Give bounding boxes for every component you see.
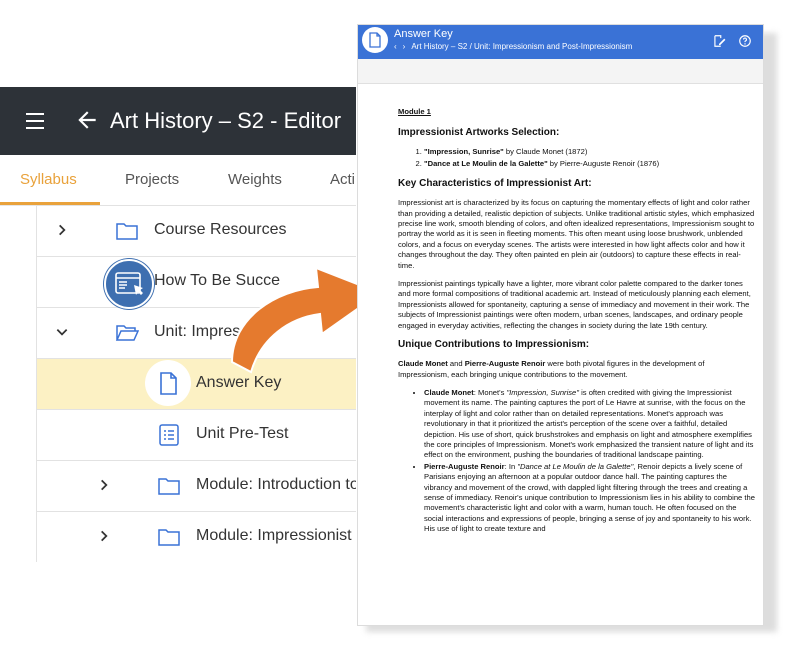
breadcrumb-text: Art History – S2 / Unit: Impressionism a…: [411, 42, 633, 51]
answer-key-document: Answer Key ‹ › Art History – S2 / Unit: Im…: [357, 24, 764, 626]
editor-title: Art History – S2 - Editor: [110, 108, 342, 133]
document-icon: [362, 27, 388, 53]
editor-header: Art History – S2 - Editor: [0, 87, 356, 155]
paragraph: Impressionist art is characterized by it…: [398, 198, 755, 270]
back-arrow-icon[interactable]: [74, 107, 100, 133]
list-item: Pierre-Auguste Renoir: In "Dance at Le M…: [424, 462, 756, 535]
web-page-icon: [104, 259, 154, 309]
row-label: Unit: Impres: [154, 323, 241, 340]
tree-row-unit-pre-test[interactable]: Unit Pre-Test: [36, 409, 356, 460]
folder-icon: [158, 478, 180, 495]
breadcrumb: ‹ › Art History – S2 / Unit: Impressionism…: [394, 42, 638, 51]
prev-icon[interactable]: ‹: [394, 42, 397, 51]
module-label: Module 1: [398, 107, 431, 116]
editor-panel: Art History – S2 - Editor Syllabus Proje…: [0, 87, 356, 567]
artwork-list: "Impression, Sunrise" by Claude Monet (1…: [398, 147, 756, 169]
document-title: Answer Key: [394, 28, 453, 40]
tree-row-module-introduction[interactable]: Module: Introduction to: [36, 460, 356, 511]
tree-row-module-impressionist[interactable]: Module: Impressionist: [36, 511, 356, 562]
paragraph: Impressionist paintings typically have a…: [398, 279, 751, 330]
tab-projects[interactable]: Projects: [125, 171, 179, 188]
checklist-icon: [159, 424, 179, 446]
heading-selection: Impressionist Artworks Selection:: [398, 127, 560, 139]
tab-syllabus[interactable]: Syllabus: [20, 171, 77, 188]
list-item: "Impression, Sunrise" by Claude Monet (1…: [424, 147, 756, 157]
heading-characteristics: Key Characteristics of Impressionist Art…: [398, 178, 592, 190]
menu-icon[interactable]: [24, 109, 48, 133]
tree-row-how-to-be-successful[interactable]: How To Be Succe: [36, 256, 356, 307]
folder-icon: [158, 529, 180, 546]
editor-tabs: Syllabus Projects Weights Acti: [0, 155, 356, 206]
tree-row-unit-impressionism[interactable]: Unit: Impres: [36, 307, 356, 358]
row-label: Module: Impressionist: [196, 527, 352, 544]
row-label: Unit Pre-Test: [196, 425, 289, 442]
document-toolbar: [358, 59, 763, 84]
row-label: Module: Introduction to: [196, 476, 356, 493]
tree-row-course-resources[interactable]: Course Resources: [36, 205, 356, 256]
document-icon: [160, 372, 177, 395]
row-label: How To Be Succe: [154, 272, 280, 289]
folder-icon: [116, 223, 138, 240]
row-label: Course Resources: [154, 221, 287, 238]
document-header: Answer Key ‹ › Art History – S2 / Unit: Im…: [358, 25, 763, 59]
heading-contributions: Unique Contributions to Impressionism:: [398, 339, 590, 351]
document-body: Module 1 Impressionist Artworks Selectio…: [398, 107, 756, 536]
contribution-list: Claude Monet: Monet's "Impression, Sunri…: [398, 388, 756, 535]
chevron-right-icon[interactable]: [97, 529, 111, 543]
list-item: "Dance at Le Moulin de la Galette" by Pi…: [424, 159, 756, 169]
chevron-down-icon[interactable]: [55, 325, 69, 339]
answer-key-icon-bubble: [145, 360, 191, 406]
help-icon[interactable]: [738, 34, 752, 48]
folder-open-icon: [115, 325, 139, 341]
chevron-right-icon[interactable]: [97, 478, 111, 492]
tab-activities[interactable]: Acti: [330, 171, 355, 188]
next-icon[interactable]: ›: [403, 42, 406, 51]
tree-row-answer-key[interactable]: Answer Key: [36, 358, 356, 409]
list-item: Claude Monet: Monet's "Impression, Sunri…: [424, 388, 756, 461]
tab-weights[interactable]: Weights: [228, 171, 282, 188]
row-label: Answer Key: [196, 374, 282, 391]
edit-icon[interactable]: [712, 34, 726, 48]
chevron-right-icon[interactable]: [55, 223, 69, 237]
paragraph: Claude Monet and Pierre-Auguste Renoir w…: [398, 359, 705, 379]
